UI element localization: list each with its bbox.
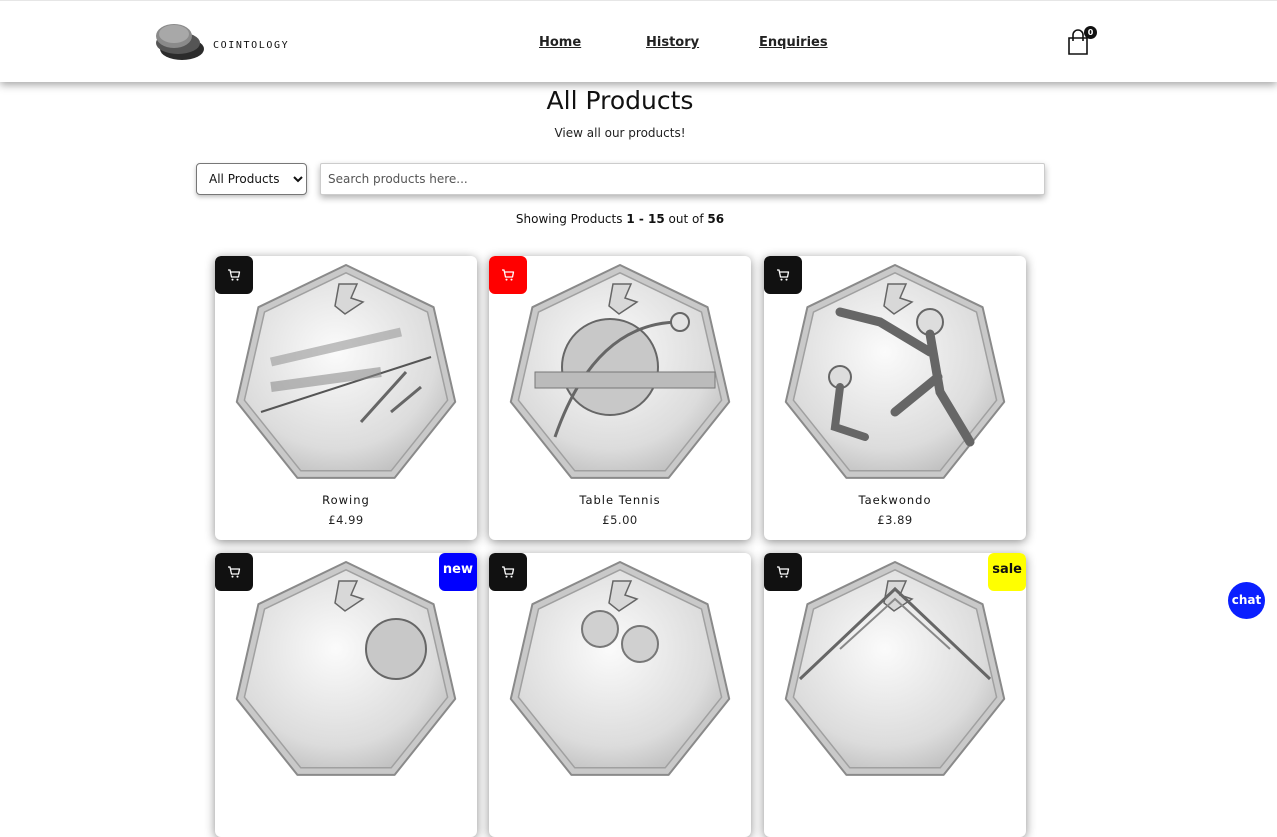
sale-badge: sale [988, 553, 1026, 591]
product-search-input[interactable] [320, 163, 1045, 195]
nav-history-link[interactable]: History [646, 35, 699, 50]
product-card[interactable]: Rowing £4.99 [215, 256, 477, 540]
nav-home-link[interactable]: Home [539, 35, 581, 50]
brand-name: COINTOLOGY [213, 40, 290, 51]
add-to-cart-button[interactable] [764, 256, 802, 294]
product-name[interactable]: Rowing [215, 493, 477, 507]
coin-image[interactable] [780, 262, 1010, 492]
product-card[interactable]: new [215, 553, 477, 837]
results-middle: out of [664, 212, 708, 226]
nav-enquiries-link[interactable]: Enquiries [759, 35, 828, 50]
chat-button[interactable]: chat [1228, 582, 1265, 619]
cart-button[interactable]: 0 [1066, 25, 1100, 57]
add-to-cart-button[interactable] [215, 256, 253, 294]
product-name[interactable]: Table Tennis [489, 493, 751, 507]
add-to-cart-button[interactable] [215, 553, 253, 591]
add-to-cart-button[interactable] [489, 553, 527, 591]
product-price: £5.00 [602, 513, 638, 527]
coin-image[interactable] [780, 559, 1010, 789]
stacked-coins-icon [156, 24, 204, 60]
coin-image[interactable] [505, 262, 735, 492]
results-prefix: Showing Products [515, 212, 627, 226]
cart-icon [228, 269, 241, 281]
coin-image[interactable] [505, 559, 735, 789]
cart-count-badge: 0 [1084, 26, 1097, 39]
product-card[interactable]: Table Tennis £5.00 [489, 256, 751, 540]
product-price: £4.99 [328, 513, 364, 527]
results-range: 1 - 15 [626, 212, 665, 226]
product-card[interactable] [489, 553, 751, 837]
page-title: All Products [546, 86, 694, 115]
site-header: COINTOLOGY Home History Enquiries 0 [0, 0, 1277, 82]
cart-icon [502, 566, 515, 578]
cart-icon [777, 566, 790, 578]
category-filter-select[interactable]: All Products [196, 163, 307, 195]
brand-logo[interactable]: COINTOLOGY [156, 21, 306, 63]
cart-icon [228, 566, 241, 578]
cart-icon [502, 269, 515, 281]
results-summary: Showing Products 1 - 15 out of 56 [0, 212, 1240, 226]
product-card[interactable]: sale [764, 553, 1026, 837]
add-to-cart-button[interactable] [764, 553, 802, 591]
add-to-cart-button[interactable] [489, 256, 527, 294]
product-price: £3.89 [877, 513, 913, 527]
new-badge: new [438, 553, 477, 591]
coin-image[interactable] [231, 262, 461, 492]
cart-icon [777, 269, 790, 281]
product-card[interactable]: Taekwondo £3.89 [764, 256, 1026, 540]
page-subtitle: View all our products! [554, 126, 686, 140]
results-total: 56 [707, 212, 725, 226]
product-name[interactable]: Taekwondo [764, 493, 1026, 507]
coin-image[interactable] [231, 559, 461, 789]
